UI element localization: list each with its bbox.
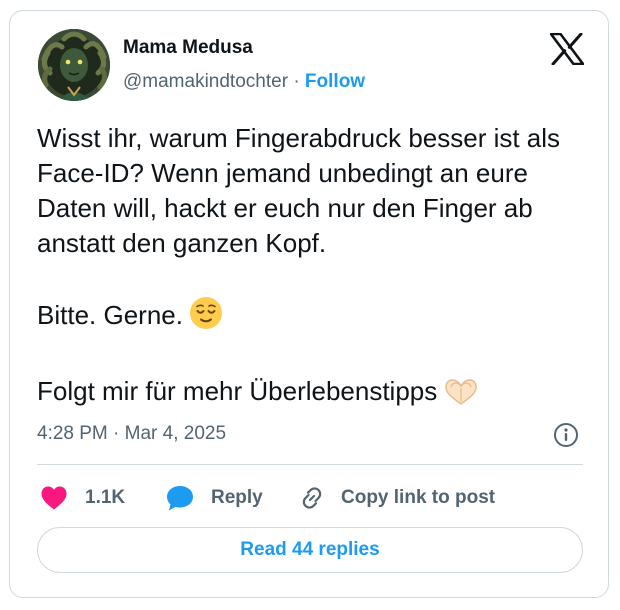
read-replies-label: Read 44 replies xyxy=(240,539,380,560)
author-handle-line: @mamakindtochter · Follow xyxy=(123,71,365,93)
speech-bubble-icon xyxy=(167,486,193,511)
tweet-paragraph: Folgt mir für mehr Überlebenstipps xyxy=(37,376,438,406)
author-handle[interactable]: @mamakindtochter xyxy=(123,71,288,92)
tweet-paragraph-line: Bitte. Gerne. xyxy=(37,296,597,339)
reply-button[interactable]: Reply xyxy=(165,483,263,513)
tweet-text: Wisst ihr, warum Fingerabdruck besser is… xyxy=(37,121,597,415)
divider xyxy=(37,464,583,465)
like-button[interactable]: 1.1K xyxy=(40,483,125,513)
heart-hands-emoji-icon xyxy=(443,376,479,415)
author-name[interactable]: Mama Medusa xyxy=(123,37,253,59)
link-icon xyxy=(302,487,322,509)
tweet-timestamp[interactable]: 4:28 PM · Mar 4, 2025 xyxy=(37,423,226,445)
follow-link[interactable]: Follow xyxy=(305,71,365,92)
tweet-embed-card: Mama Medusa @mamakindtochter · Follow Wi… xyxy=(9,10,609,598)
read-replies-button[interactable]: Read 44 replies xyxy=(37,527,583,573)
tweet-paragraph-line: Folgt mir für mehr Überlebenstipps xyxy=(37,374,597,415)
copy-link-label: Copy link to post xyxy=(341,487,496,508)
heart-icon xyxy=(41,486,67,510)
avatar[interactable] xyxy=(38,29,110,101)
like-count: 1.1K xyxy=(85,487,126,508)
separator-dot: · xyxy=(293,71,300,92)
reply-label: Reply xyxy=(211,487,263,508)
avatar-image xyxy=(38,29,110,101)
tweet-paragraph: Wisst ihr, warum Fingerabdruck besser is… xyxy=(37,123,561,258)
tweet-paragraph: Bitte. Gerne. xyxy=(37,300,183,330)
x-logo-icon[interactable] xyxy=(549,32,585,66)
info-icon[interactable] xyxy=(553,422,579,448)
copy-link-button[interactable]: Copy link to post xyxy=(298,483,495,513)
relieved-face-emoji-icon xyxy=(189,296,223,339)
